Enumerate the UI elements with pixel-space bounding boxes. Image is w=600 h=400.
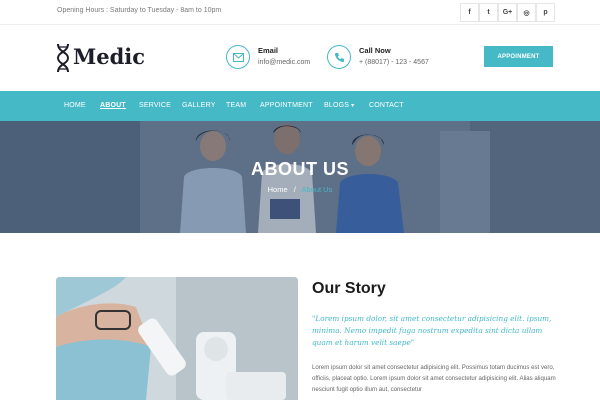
- page: Opening Hours : Saturday to Tuesday - 8a…: [0, 0, 600, 400]
- chevron-down-icon: ▾: [351, 103, 355, 109]
- dna-icon: [56, 43, 70, 73]
- nav-item-appointment[interactable]: APPOINTMENT: [260, 102, 313, 109]
- site-header: Medic Email info@medic.com Call Now + (8…: [0, 25, 600, 91]
- nav-item-service[interactable]: SERVICE: [139, 102, 171, 109]
- breadcrumb: Home / About Us: [0, 185, 600, 194]
- hero-banner: ABOUT US Home / About Us: [0, 121, 600, 233]
- nav-item-about[interactable]: ABOUT: [100, 102, 126, 109]
- nav-item-blogs[interactable]: BLOGS ▾: [324, 102, 354, 109]
- facebook-icon[interactable]: f: [460, 3, 479, 22]
- site-logo[interactable]: Medic: [55, 43, 145, 73]
- twitter-icon[interactable]: t: [479, 3, 498, 22]
- phone-icon: [327, 45, 351, 69]
- story-quote: "Lorem ipsum dolor, sit amet consectetur…: [312, 314, 552, 347]
- opening-hours: Opening Hours : Saturday to Tuesday - 8a…: [57, 7, 222, 14]
- nav-item-gallery[interactable]: GALLERY: [182, 102, 216, 109]
- nav-item-team[interactable]: TEAM: [226, 102, 246, 109]
- page-title: ABOUT US: [251, 159, 349, 179]
- nav-item-contact[interactable]: CONTACT: [369, 102, 404, 109]
- google-plus-icon[interactable]: G+: [498, 3, 517, 22]
- story-body: Lorem ipsum dolor sit amet consectetur a…: [312, 364, 556, 393]
- story-heading: Our Story: [312, 280, 386, 297]
- top-bar: Opening Hours : Saturday to Tuesday - 8a…: [0, 0, 600, 25]
- nav-item-home[interactable]: HOME: [64, 102, 86, 109]
- story-image: [56, 277, 298, 400]
- main-nav: HOME ABOUT SERVICE GALLERY TEAM APPOINTM…: [0, 91, 600, 121]
- nav-item-blogs-label: BLOGS: [324, 102, 350, 109]
- envelope-icon: [226, 45, 250, 69]
- instagram-icon[interactable]: ◎: [517, 3, 536, 22]
- logo-text: Medic: [73, 44, 146, 69]
- pinterest-icon[interactable]: p: [536, 3, 555, 22]
- phone-link[interactable]: + (88017) - 123 - 4567: [359, 59, 429, 66]
- call-title: Call Now: [359, 46, 391, 55]
- breadcrumb-home[interactable]: Home: [268, 185, 288, 194]
- breadcrumb-separator: /: [293, 185, 296, 194]
- breadcrumb-current: About Us: [301, 185, 333, 194]
- email-link[interactable]: info@medic.com: [258, 59, 310, 66]
- email-title: Email: [258, 46, 279, 55]
- appointment-button[interactable]: APPOINMENT: [484, 46, 553, 67]
